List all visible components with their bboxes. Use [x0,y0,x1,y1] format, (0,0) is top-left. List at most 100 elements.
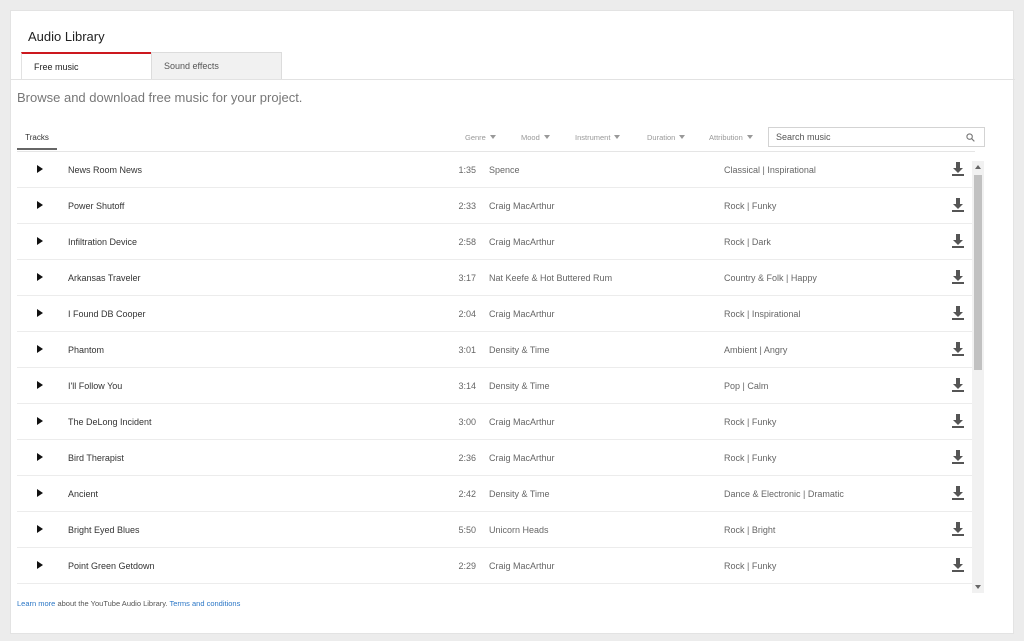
track-title: Ancient [68,489,99,499]
track-row[interactable]: Bird Therapist 2:36 Craig MacArthur Rock | … [17,440,972,476]
track-artist: Craig MacArthur [489,237,555,247]
track-row[interactable]: News Room News 1:35 Spence Classical | Insp… [17,152,972,188]
mood-filter-label: Mood [521,132,540,142]
download-icon[interactable] [952,522,964,536]
genre-filter-label: Genre [465,132,486,142]
download-icon[interactable] [952,342,964,356]
tab-bar: Free music Sound effects [21,52,282,79]
track-row[interactable]: The DeLong Incident 3:00 Craig MacArthur Ro… [17,404,972,440]
attribution-filter[interactable]: Attribution [709,127,753,147]
track-row[interactable]: I'll Follow You 3:14 Density & Time Pop | C… [17,368,972,404]
track-genre-mood: Rock | Funky [724,417,777,427]
track-title: I'll Follow You [68,381,123,391]
track-duration: 3:14 [458,381,476,391]
tab-sound-effects[interactable]: Sound effects [151,52,282,79]
download-icon[interactable] [952,306,964,320]
track-artist: Density & Time [489,345,550,355]
scrollbar[interactable] [972,161,984,593]
play-icon[interactable] [37,201,43,209]
track-artist: Density & Time [489,489,550,499]
scroll-down-icon[interactable] [975,585,981,589]
track-row[interactable]: Phantom 3:01 Density & Time Ambient | Angry [17,332,972,368]
track-duration: 3:17 [458,273,476,283]
download-icon[interactable] [952,270,964,284]
play-icon[interactable] [37,309,43,317]
instrument-filter-label: Instrument [575,132,611,142]
track-artist: Spence [489,165,520,175]
download-icon[interactable] [952,198,964,212]
learn-more-link[interactable]: Learn more [17,599,55,608]
track-duration: 2:42 [458,489,476,499]
play-icon[interactable] [37,453,43,461]
caret-down-icon [746,135,753,139]
search-icon[interactable] [966,133,975,142]
play-icon[interactable] [37,237,43,245]
track-genre-mood: Rock | Inspirational [724,309,801,319]
track-duration: 2:04 [458,309,476,319]
track-duration: 3:01 [458,345,476,355]
track-genre-mood: Rock | Funky [724,453,777,463]
track-duration: 1:35 [458,165,476,175]
download-icon[interactable] [952,234,964,248]
download-icon[interactable] [952,450,964,464]
track-artist: Nat Keefe & Hot Buttered Rum [489,273,613,283]
track-artist: Craig MacArthur [489,309,555,319]
track-artist: Craig MacArthur [489,417,555,427]
caret-down-icon [543,135,550,139]
track-title: The DeLong Incident [68,417,152,427]
duration-filter-label: Duration [647,132,676,142]
download-icon[interactable] [952,558,964,572]
track-row[interactable]: Bright Eyed Blues 5:50 Unicorn Heads Rock |… [17,512,972,548]
track-title: Phantom [68,345,105,355]
play-icon[interactable] [37,561,43,569]
tab-tracks[interactable]: Tracks [17,127,57,150]
download-icon[interactable] [952,486,964,500]
scroll-up-icon[interactable] [975,165,981,169]
search-input[interactable] [769,128,959,146]
mood-filter[interactable]: Mood [521,127,550,147]
footer-about-text: about the YouTube Audio Library. [55,599,170,608]
play-icon[interactable] [37,525,43,533]
tab-free-music[interactable]: Free music [21,52,151,79]
track-title: Bright Eyed Blues [68,525,140,535]
track-genre-mood: Pop | Calm [724,381,769,391]
track-genre-mood: Rock | Dark [724,237,771,247]
play-icon[interactable] [37,345,43,353]
track-row[interactable]: Power Shutoff 2:33 Craig MacArthur Rock | F… [17,188,972,224]
play-icon[interactable] [37,489,43,497]
page-title: Audio Library [28,29,105,44]
track-artist: Craig MacArthur [489,561,555,571]
page-subtitle: Browse and download free music for your … [17,90,303,105]
terms-link[interactable]: Terms and conditions [169,599,240,608]
track-row[interactable]: I Found DB Cooper 2:04 Craig MacArthur Rock… [17,296,972,332]
play-icon[interactable] [37,273,43,281]
track-genre-mood: Rock | Funky [724,201,777,211]
track-genre-mood: Ambient | Angry [724,345,788,355]
track-duration: 2:36 [458,453,476,463]
tab-divider [11,79,1015,80]
instrument-filter[interactable]: Instrument [575,127,621,147]
play-icon[interactable] [37,417,43,425]
track-row[interactable]: Infiltration Device 2:58 Craig MacArthur Ro… [17,224,972,260]
track-duration: 5:50 [458,525,476,535]
track-title: News Room News [68,165,143,175]
download-icon[interactable] [952,162,964,176]
duration-filter[interactable]: Duration [647,127,686,147]
download-icon[interactable] [952,378,964,392]
track-row[interactable]: Point Green Getdown 2:29 Craig MacArthur Ro… [17,548,972,584]
track-genre-mood: Rock | Funky [724,561,777,571]
footer: Learn more about the YouTube Audio Libra… [17,599,240,608]
scrollbar-thumb[interactable] [974,175,982,370]
download-icon[interactable] [952,414,964,428]
play-icon[interactable] [37,165,43,173]
track-duration: 2:33 [458,201,476,211]
track-row[interactable]: Ancient 2:42 Density & Time Dance & Electro… [17,476,972,512]
play-icon[interactable] [37,381,43,389]
track-list: News Room News 1:35 Spence Classical | Insp… [17,152,972,584]
filter-bar: Tracks Genre Mood Instrument Duration At… [17,127,987,151]
track-genre-mood: Classical | Inspirational [724,165,816,175]
track-row[interactable]: Arkansas Traveler 3:17 Nat Keefe & Hot But… [17,260,972,296]
search-box [768,127,985,147]
track-duration: 2:58 [458,237,476,247]
genre-filter[interactable]: Genre [465,127,496,147]
